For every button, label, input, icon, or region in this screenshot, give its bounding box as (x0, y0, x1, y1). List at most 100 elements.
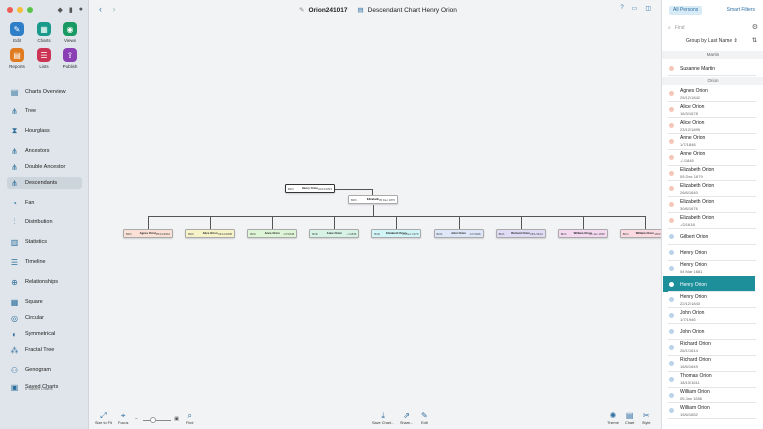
zoom-in-icon[interactable]: ▣ (174, 416, 179, 422)
zoom-slider[interactable]: − ▣ (135, 416, 179, 423)
child-node[interactable]: Anne Orion Birth -/-/1845 (309, 229, 360, 238)
forward-button[interactable]: › (113, 4, 116, 14)
nav-item-descendants[interactable]: ⋔ Descendants (7, 177, 82, 189)
back-button[interactable]: ‹ (99, 4, 102, 14)
person-row[interactable]: Alice Orion 16/3/1678 (663, 102, 755, 118)
views-button[interactable]: ◉ Views (58, 22, 82, 43)
chart-canvas[interactable]: ‹ › ✎ Orion241017 ▤ Descendant Chart Hen… (89, 0, 670, 429)
find-button[interactable]: ⌕ Find (186, 411, 193, 425)
nav-item-distribution[interactable]: ⫶ Distribution (7, 216, 82, 228)
spouse-node[interactable]: Elizabeth Birth 05 Dec 1876 (348, 195, 398, 204)
nav-item-label: Statistics (25, 239, 48, 245)
child-node[interactable]: Anne Orion Birth 1/7/1848 (247, 229, 298, 238)
person-row[interactable]: Richard Orion 26/1/1614 (663, 339, 755, 355)
root-person-node[interactable]: Henry Orion Birth 22/12/1843 (285, 184, 335, 193)
tab-smart-filters[interactable]: Smart Filters (723, 6, 759, 15)
edit-button[interactable]: ✎ Edit (5, 22, 29, 43)
child-node[interactable]: Richard Orion Birth 26/1/1614 (495, 229, 546, 238)
person-row[interactable]: Alice Orion 23/12/1895 (663, 118, 755, 134)
save-chart-button[interactable]: ⤓ Save Chart... (372, 411, 394, 425)
nav-item-genogram[interactable]: ⚇ Genogram (7, 364, 82, 376)
person-row[interactable]: Richard Orion 16/6/1649 (663, 355, 755, 371)
zoom-window-button[interactable] (27, 7, 33, 13)
nav-item-fan[interactable]: ◔ Fan (7, 197, 82, 209)
person-row[interactable]: Henry Orion 22/12/1843 (663, 292, 755, 308)
person-row[interactable]: Henry Orion (663, 276, 755, 293)
child-node[interactable]: John Orion Birth 1/7/1946 (433, 229, 484, 238)
person-row[interactable]: Henry Orion (663, 244, 755, 260)
person-row[interactable]: William Orion 05 Jan 1656 (663, 387, 755, 403)
person-row[interactable]: John Orion (663, 324, 755, 340)
person-row[interactable]: Elizabeth Orion 26/6/1640 (663, 181, 755, 197)
nav-item-relationships[interactable]: ⊕ Relationships (7, 276, 82, 288)
person-date: 04 Mar 1681 (680, 269, 703, 275)
style-button[interactable]: ✂ Style (642, 411, 650, 425)
tab-all-persons[interactable]: All Persons (669, 6, 703, 15)
zoom-out-icon[interactable]: − (135, 416, 138, 422)
person-name: Henry Orion (680, 281, 707, 288)
lists-button[interactable]: ☰ Lists (32, 48, 56, 69)
person-row[interactable]: Thomas Orion 18/10/1611 (663, 371, 755, 387)
minimize-window-button[interactable] (17, 7, 23, 13)
person-row[interactable]: Elizabeth Orion 05 Dec 1679 (663, 165, 755, 181)
bookmark-icon[interactable]: ▮ (69, 6, 73, 14)
people-icon[interactable]: ● (79, 6, 83, 14)
person-row[interactable]: Anne Orion 1/7/1848 (663, 133, 755, 149)
person-row[interactable]: Henry Orion 04 Mar 1681 (663, 260, 755, 276)
nav-item-statistics[interactable]: ▥ Statistics (7, 236, 82, 248)
sort-icon[interactable]: ⇅ (752, 37, 757, 44)
gear-icon[interactable]: ⚙ (752, 23, 758, 31)
double-ancestor-icon: ⋔ (11, 162, 18, 172)
distribution-icon: ⫶ (13, 217, 16, 226)
birth-label: Birth (374, 231, 381, 236)
focus-button[interactable]: ⌖ Focus (118, 411, 128, 425)
window-icon[interactable]: ▭ (632, 5, 638, 12)
connector-line (372, 189, 373, 195)
edit-button[interactable]: ✎ Edit (421, 411, 428, 425)
person-row[interactable]: John Orion 1/7/1946 (663, 308, 755, 324)
size-to-fit-button[interactable]: ⤢ Size to Fit (95, 411, 112, 425)
charts-button[interactable]: ▦ Charts (32, 22, 56, 43)
theme-button[interactable]: ✺ Theme (607, 411, 619, 425)
share-button[interactable]: ⇗ Share... (400, 411, 413, 425)
nav-item-circular[interactable]: ◎ Circular (7, 312, 82, 324)
child-node[interactable]: William Orion Birth 05 Jan 1656 (557, 229, 608, 238)
nav-item-symmetrical[interactable]: ◐ Symmetrical (7, 328, 82, 340)
nav-item-timeline[interactable]: ☰ Timeline (7, 256, 82, 268)
nav-item-ancestors[interactable]: ⋔ Ancestors (7, 145, 82, 157)
magnifier-icon: ⌕ (187, 411, 192, 420)
zoom-knob[interactable] (150, 417, 156, 423)
person-row[interactable]: Elizabeth Orion 30/6/1676 (663, 197, 755, 213)
chart-settings-icon: ▤ (625, 411, 634, 420)
person-row[interactable]: Anne Orion -/-/1845 (663, 149, 755, 165)
chart-settings-button[interactable]: ▤ Chart (625, 411, 634, 425)
birth-date: 22/12/1843 (318, 186, 332, 191)
publish-button[interactable]: ⇪ Publish (58, 48, 82, 69)
nav-item-fractal-tree[interactable]: ⁂ Fractal Tree (7, 344, 82, 356)
palette-icon: ✺ (609, 411, 617, 420)
symmetrical-icon: ◐ (12, 329, 17, 339)
split-view-icon[interactable]: ◫ (645, 5, 651, 12)
person-row[interactable]: Gilbert Orion (663, 229, 755, 245)
nav-item-double-ancestor[interactable]: ⋔ Double Ancestor (7, 161, 82, 173)
nav-item-charts-overview[interactable]: ▤ Charts Overview (7, 86, 82, 98)
search-field[interactable]: ⌕ Find (668, 23, 752, 33)
group-by-select[interactable]: Group by Last Name ⇕ (686, 38, 738, 44)
nav-item-hourglass[interactable]: ⧗ Hourglass (7, 125, 82, 137)
nav-item-square[interactable]: ▦ Square (7, 296, 82, 308)
nav-item-tree[interactable]: ⋔ Tree (7, 105, 82, 117)
birth-label: Birth (560, 231, 567, 236)
person-row[interactable]: Susanne Martin (663, 60, 755, 76)
child-node[interactable]: Elizabeth Orion Birth 05 Dec 1679 (371, 229, 422, 238)
reports-button[interactable]: ▤ Reports (5, 48, 29, 69)
person-row[interactable]: Elizabeth Orion -/2/1618 (663, 213, 755, 229)
tag-icon[interactable]: ◆ (58, 6, 63, 14)
persons-filter-tabs: All Persons Smart Filters (669, 6, 759, 15)
person-row[interactable]: Agnes Orion 25/12/1842 (663, 86, 755, 102)
birth-label: Birth (250, 231, 256, 236)
person-row[interactable]: William Orion 15/6/1652 (663, 403, 755, 419)
help-icon[interactable]: ? (620, 5, 623, 12)
child-node[interactable]: Agnes Orion Birth 25/12/1842 (123, 229, 173, 238)
child-node[interactable]: Alice Orion Birth 23/12/1895 (185, 229, 236, 238)
close-window-button[interactable] (7, 7, 13, 13)
